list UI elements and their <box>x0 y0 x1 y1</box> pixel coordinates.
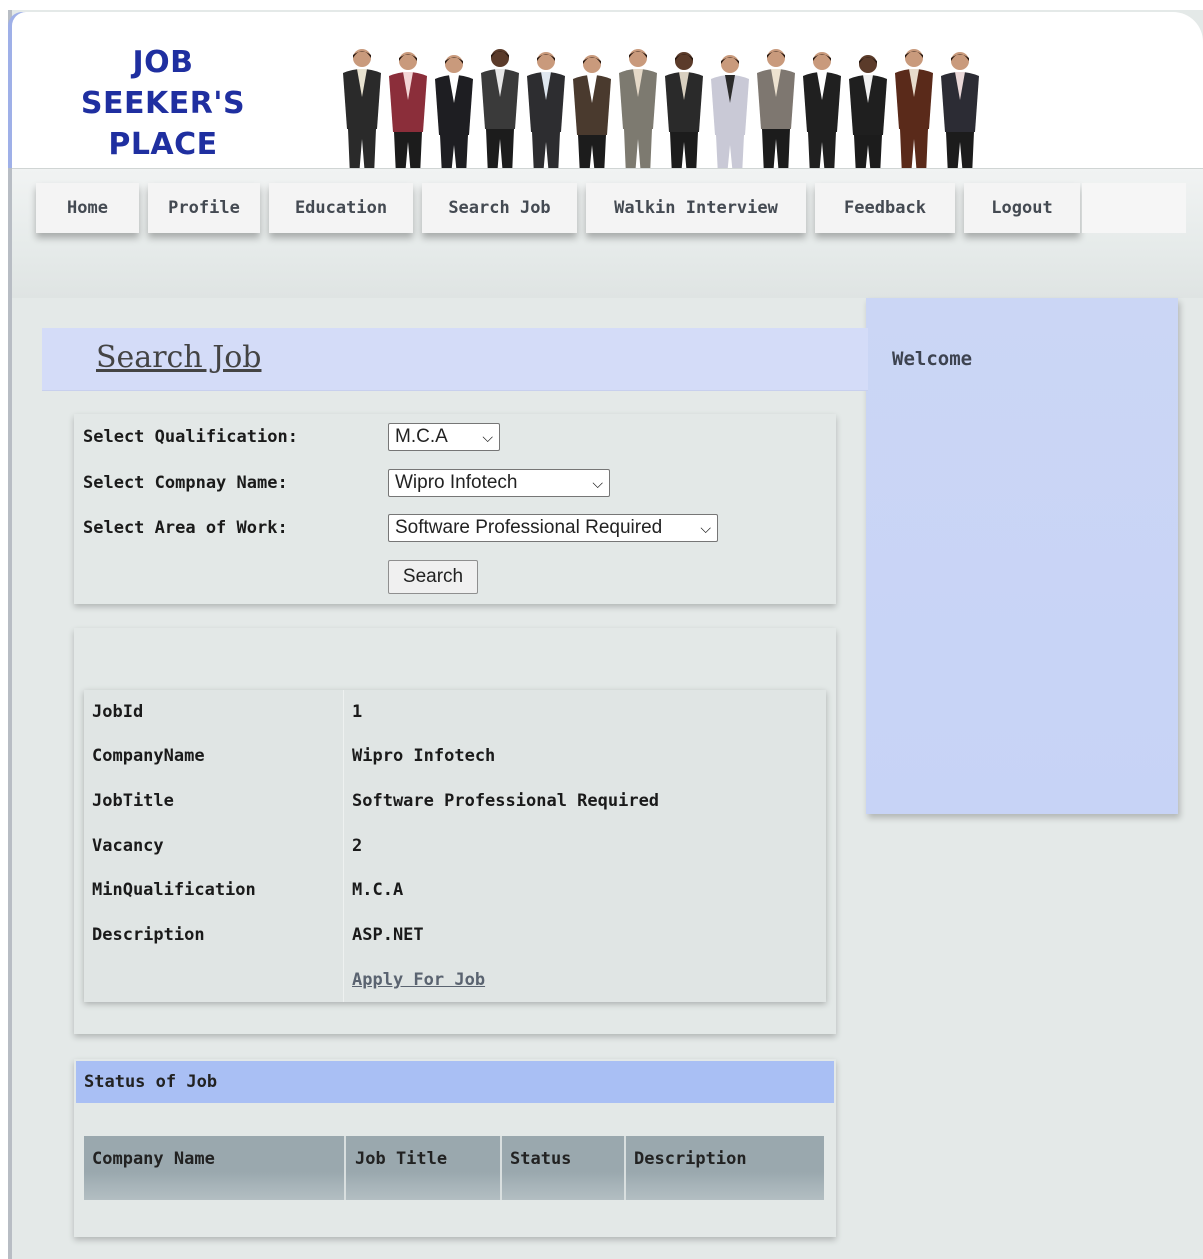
sidebar-panel <box>866 298 1178 814</box>
job-id-label: JobId <box>92 702 144 722</box>
column-divider <box>500 1136 502 1200</box>
job-seekers-banner-image <box>343 49 979 176</box>
qualification-value: M.C.A <box>395 426 448 447</box>
apply-for-job-link[interactable]: Apply For Job <box>352 970 485 990</box>
logo-line-1: JOB <box>132 45 194 80</box>
status-title: Status of Job <box>84 1072 218 1092</box>
area-label: Select Area of Work: <box>83 518 288 538</box>
description-label: Description <box>92 925 205 945</box>
job-details-table <box>84 690 826 1002</box>
job-title-label: JobTitle <box>92 791 174 811</box>
vacancy-label: Vacancy <box>92 836 164 856</box>
person-figure <box>527 52 565 176</box>
site-header: JOB SEEKER'S PLACE <box>12 12 1203 176</box>
person-figure <box>895 49 933 176</box>
person-figure <box>343 49 381 176</box>
person-figure <box>389 52 427 176</box>
column-divider <box>624 1136 626 1200</box>
logo-line-3: PLACE <box>108 127 218 162</box>
nav-education[interactable]: Education <box>269 183 413 233</box>
vacancy-value: 2 <box>352 836 363 856</box>
person-figure <box>849 55 887 176</box>
page-title[interactable]: Search Job <box>96 340 261 375</box>
nav-logout[interactable]: Logout <box>964 183 1080 233</box>
person-figure <box>435 55 473 176</box>
person-figure <box>665 52 703 176</box>
qualification-select[interactable]: M.C.A ⌵ <box>388 423 500 451</box>
job-details-divider <box>343 690 344 1002</box>
person-figure <box>757 49 795 176</box>
search-button[interactable]: Search <box>388 560 478 594</box>
person-figure <box>619 49 657 176</box>
person-figure <box>711 55 749 176</box>
company-label: Select Compnay Name: <box>83 473 288 493</box>
company-name-label: CompanyName <box>92 746 205 766</box>
company-select[interactable]: Wipro Infotech ⌵ <box>388 469 610 497</box>
company-name-value: Wipro Infotech <box>352 746 496 766</box>
person-figure <box>481 49 519 176</box>
qualification-label: Select Qualification: <box>83 427 298 447</box>
column-divider <box>344 1136 346 1200</box>
nav-profile[interactable]: Profile <box>148 183 260 233</box>
area-value: Software Professional Required <box>395 517 663 538</box>
welcome-text: Welcome <box>892 348 973 370</box>
job-id-value: 1 <box>352 702 363 722</box>
min-qualification-value: M.C.A <box>352 880 404 900</box>
person-figure <box>573 55 611 176</box>
column-status: Status <box>510 1149 572 1169</box>
nav-feedback[interactable]: Feedback <box>815 183 955 233</box>
column-description: Description <box>634 1149 747 1169</box>
area-select[interactable]: Software Professional Required ⌵ <box>388 514 718 542</box>
column-job-title: Job Title <box>355 1149 448 1169</box>
chevron-down-icon: ⌵ <box>592 474 603 491</box>
chevron-down-icon: ⌵ <box>700 519 711 536</box>
column-company-name: Company Name <box>92 1149 215 1169</box>
logo-line-2: SEEKER'S <box>80 86 246 121</box>
description-value: ASP.NET <box>352 925 424 945</box>
person-figure <box>803 52 841 176</box>
chevron-down-icon: ⌵ <box>482 428 493 445</box>
nav-walkin-interview[interactable]: Walkin Interview <box>586 183 806 233</box>
nav-spacer <box>1082 183 1186 233</box>
nav-home[interactable]: Home <box>36 183 139 233</box>
person-figure <box>941 52 979 176</box>
site-logo: JOB SEEKER'S PLACE <box>48 42 278 165</box>
min-qualification-label: MinQualification <box>92 880 256 900</box>
job-title-value: Software Professional Required <box>352 791 660 811</box>
nav-search-job[interactable]: Search Job <box>422 183 577 233</box>
company-value: Wipro Infotech <box>395 472 518 493</box>
